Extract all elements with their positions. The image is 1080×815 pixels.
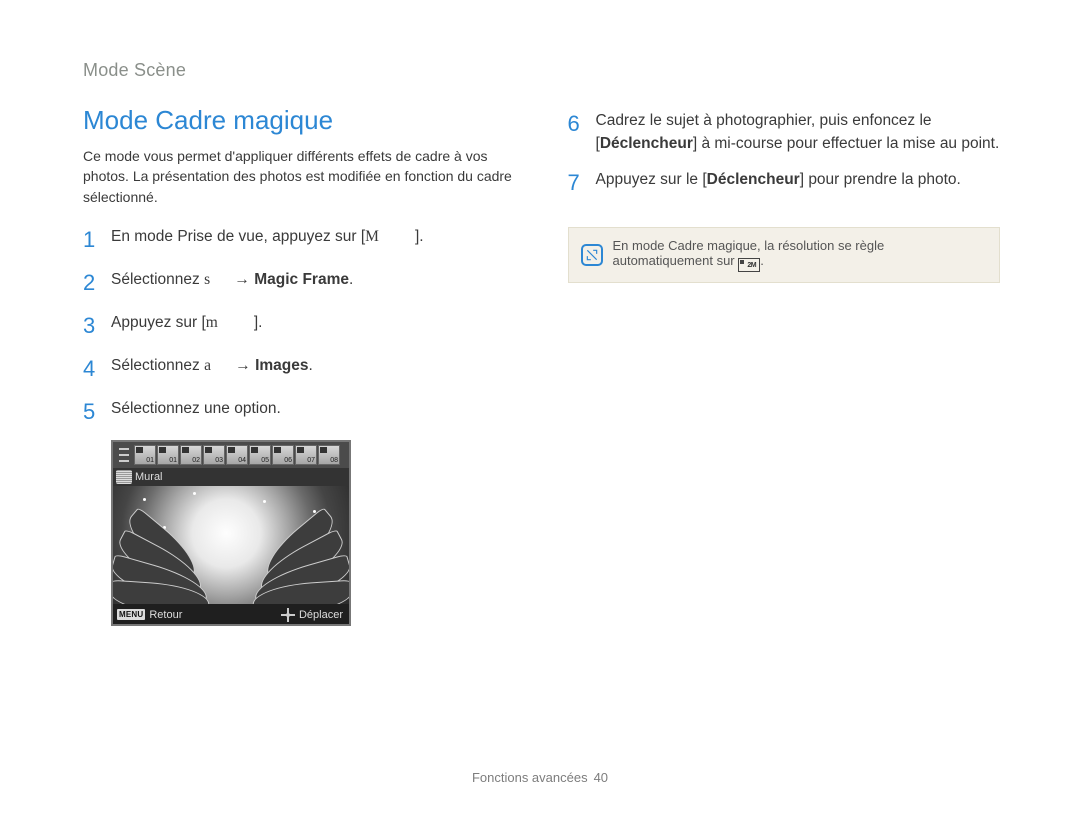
- frame-thumb: 02: [180, 445, 202, 465]
- step-number: 2: [83, 266, 111, 299]
- footer-section-label: Fonctions avancées: [472, 770, 588, 785]
- intro-text: Ce mode vous permet d'appliquer différen…: [83, 146, 516, 207]
- step-number: 1: [83, 223, 111, 256]
- step-item: 4 Sélectionnez a → Images.: [83, 354, 516, 385]
- steps-list-right: 6 Cadrez le sujet à photographier, puis …: [568, 109, 1001, 199]
- step-body: Cadrez le sujet à photographier, puis en…: [596, 109, 1001, 156]
- frame-thumb: 04: [226, 445, 248, 465]
- info-note: En mode Cadre magique, la résolution se …: [568, 227, 1001, 284]
- menu-target: Images: [255, 357, 308, 374]
- step-body: En mode Prise de vue, appuyez sur [M].: [111, 225, 516, 248]
- step-item: 3 Appuyez sur [m].: [83, 311, 516, 342]
- resolution-icon: 2M: [738, 258, 760, 272]
- step-item: 6 Cadrez le sujet à photographier, puis …: [568, 109, 1001, 156]
- step-number: 7: [568, 166, 596, 199]
- step-item: 2 Sélectionnez s → Magic Frame.: [83, 268, 516, 299]
- wing-decoration-icon: [246, 504, 349, 604]
- breadcrumb: Mode Scène: [83, 60, 1000, 81]
- section-heading: Mode Cadre magique: [83, 105, 516, 136]
- step-number: 3: [83, 309, 111, 342]
- footer-move-label: Déplacer: [299, 609, 343, 621]
- frame-label-row: Mural: [113, 468, 349, 486]
- step-body: Sélectionnez une option.: [111, 397, 516, 420]
- step-body: Appuyez sur le [Déclencheur] pour prendr…: [596, 168, 1001, 191]
- step-body: Sélectionnez s → Magic Frame.: [111, 268, 516, 291]
- left-column: Mode Cadre magique Ce mode vous permet d…: [83, 105, 516, 626]
- shutter-label: Déclencheur: [707, 171, 800, 188]
- frame-thumb: 01: [157, 445, 179, 465]
- menu-target: Magic Frame: [254, 271, 349, 288]
- step-item: 7 Appuyez sur le [Déclencheur] pour pren…: [568, 168, 1001, 199]
- step-body: Sélectionnez a → Images.: [111, 354, 516, 377]
- step-number: 6: [568, 107, 596, 140]
- camera-screenshot: 01 01 02 03 04 05 06 07 08 Mural: [111, 440, 351, 626]
- frame-thumb: 07: [295, 445, 317, 465]
- anti-shake-icon: [116, 470, 132, 484]
- steps-list-left: 1 En mode Prise de vue, appuyez sur [M].…: [83, 225, 516, 428]
- frame-thumb: 05: [249, 445, 271, 465]
- screenshot-footer-bar: MENU Retour Déplacer: [113, 604, 349, 626]
- page-footer: Fonctions avancées 40: [0, 770, 1080, 785]
- dpad-icon: [281, 608, 295, 622]
- step-item: 5 Sélectionnez une option.: [83, 397, 516, 428]
- scene-glyph: s: [204, 268, 210, 291]
- note-icon: [581, 244, 603, 266]
- mode-button-glyph: M: [365, 225, 379, 248]
- frame-preview: [113, 486, 349, 604]
- step-number: 4: [83, 352, 111, 385]
- menu-badge-icon: MENU: [117, 609, 145, 620]
- step-body: Appuyez sur [m].: [111, 311, 516, 334]
- frame-thumb: 08: [318, 445, 340, 465]
- footer-back-label: Retour: [149, 609, 182, 621]
- step-number: 5: [83, 395, 111, 428]
- step-item: 1 En mode Prise de vue, appuyez sur [M].: [83, 225, 516, 256]
- page-number: 40: [594, 770, 608, 785]
- wing-decoration-icon: [113, 504, 216, 604]
- right-column: 6 Cadrez le sujet à photographier, puis …: [568, 105, 1001, 626]
- frame-name-label: Mural: [135, 471, 163, 483]
- frame-thumbnails-row: 01 01 02 03 04 05 06 07 08: [113, 442, 349, 468]
- shutter-label: Déclencheur: [600, 135, 693, 152]
- frame-thumb: 06: [272, 445, 294, 465]
- note-text: En mode Cadre magique, la résolution se …: [613, 238, 986, 273]
- adjust-glyph: a: [204, 354, 211, 377]
- menu-glyph: m: [206, 311, 218, 334]
- side-indicator-icon: [117, 446, 131, 464]
- frame-thumb: 01: [134, 445, 156, 465]
- frame-thumb: 03: [203, 445, 225, 465]
